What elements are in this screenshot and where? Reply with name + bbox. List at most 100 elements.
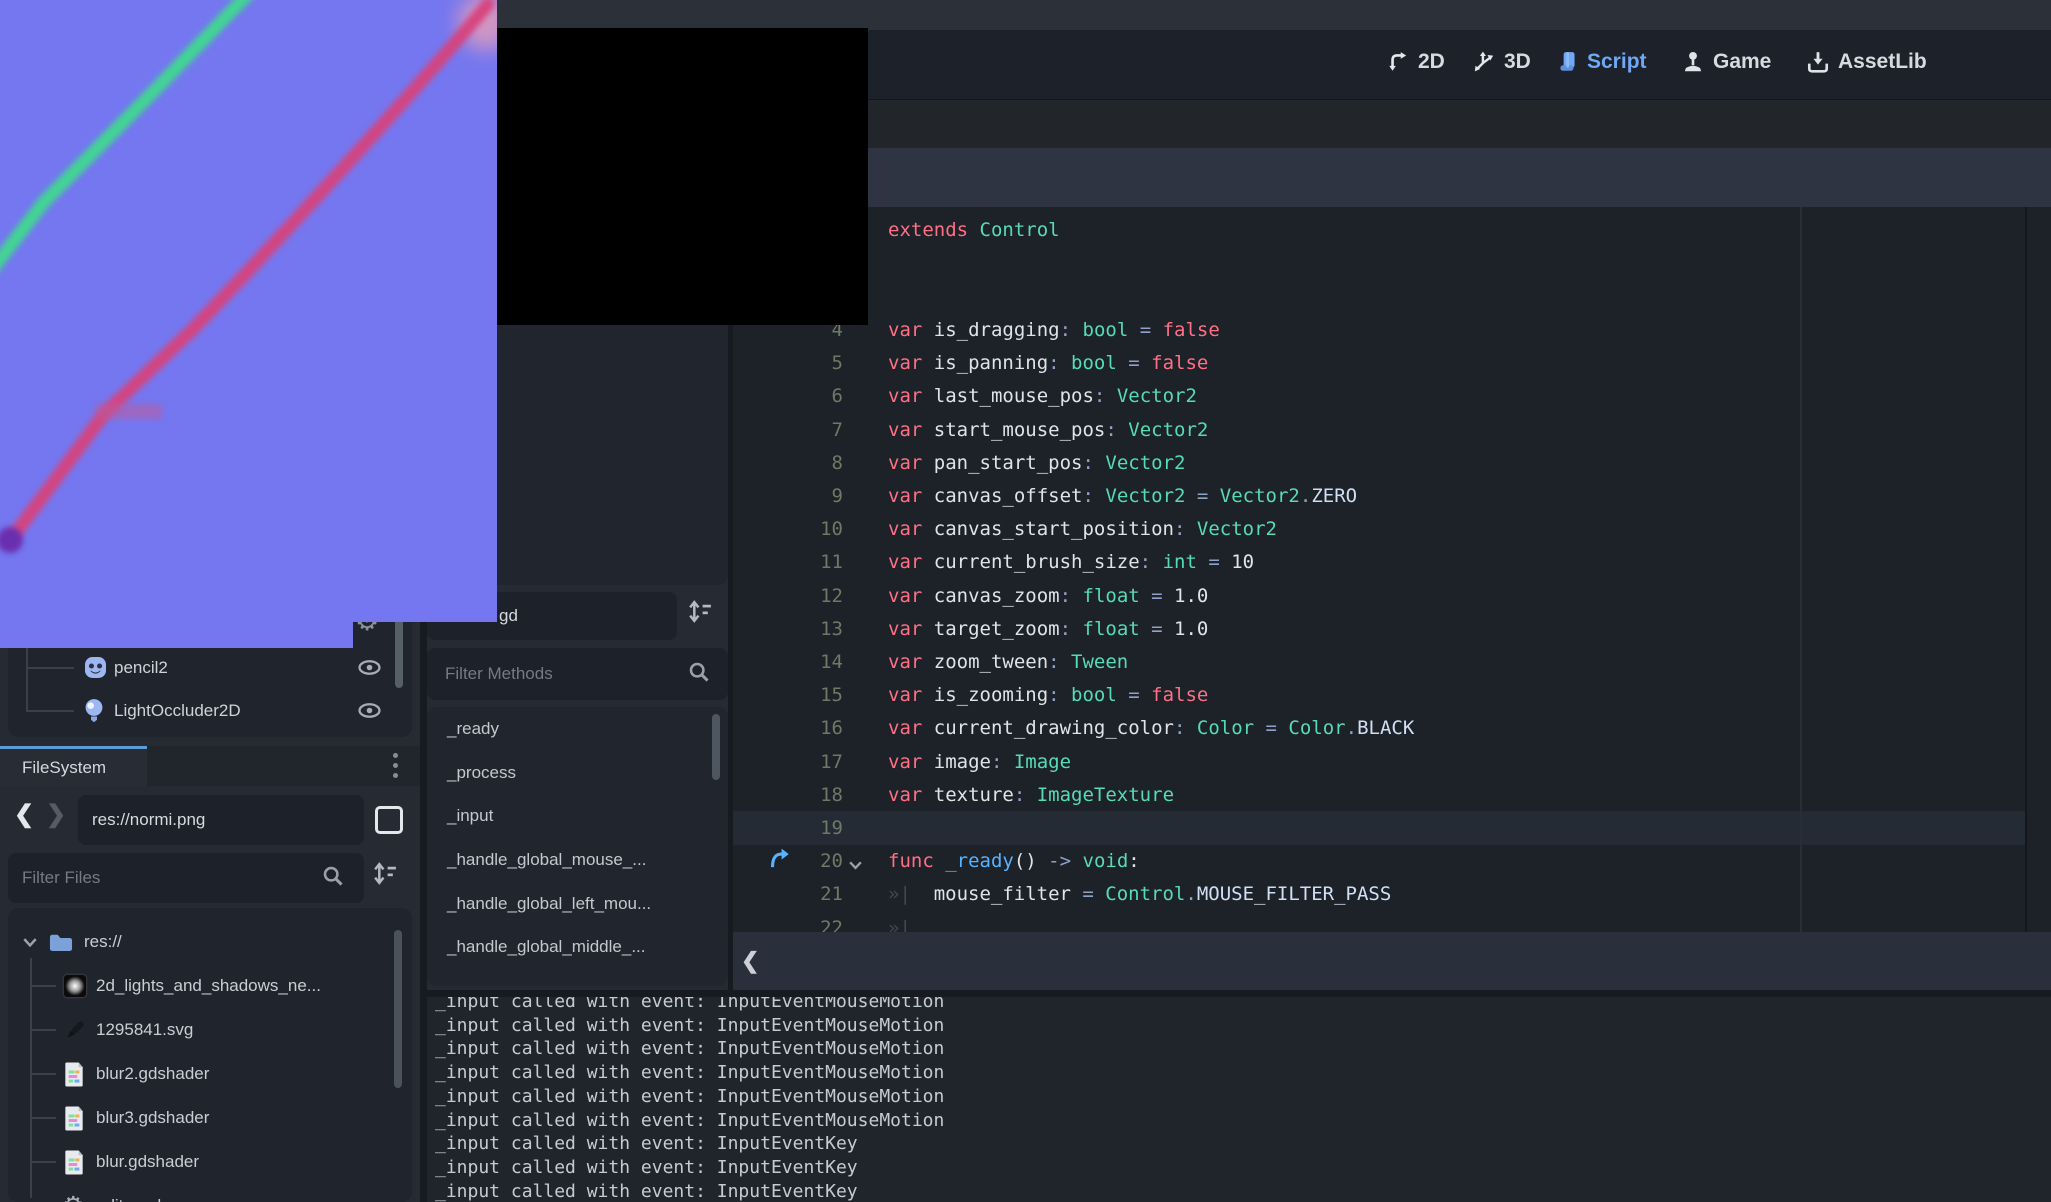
- code-text: var start_mouse_pos: Vector2: [888, 419, 1208, 441]
- file-row-label: blur.gdshader: [96, 1152, 199, 1172]
- code-line: 3: [733, 280, 2023, 314]
- tab-3d[interactable]: 3D: [1472, 38, 1531, 86]
- code-line: 18 var texture: ImageTexture: [733, 778, 2023, 812]
- code-text: var canvas_zoom: float = 1.0: [888, 585, 1208, 607]
- filesystem-tab-label: FileSystem: [22, 758, 106, 778]
- collapse-panel-button[interactable]: ❮: [741, 948, 759, 974]
- script-editor-header: [733, 100, 2051, 148]
- file-row[interactable]: ⚙editor.gd: [8, 1184, 412, 1202]
- code-text: var canvas_offset: Vector2 = Vector2.ZER…: [888, 485, 1357, 507]
- file-row-label: res://: [84, 932, 122, 952]
- code-text: »|: [888, 917, 934, 932]
- method-item[interactable]: _ready: [427, 707, 728, 751]
- icon-game: [1681, 50, 1705, 74]
- code-text: var zoom_tween: Tween: [888, 651, 1128, 673]
- tree-connector: [30, 1161, 56, 1163]
- icon-svgfile: [62, 1017, 88, 1043]
- file-tree-scrollbar[interactable]: [394, 930, 402, 1088]
- console-line: _input called with event: InputEventMous…: [435, 997, 944, 1012]
- scene-node-row[interactable]: pencil2: [8, 646, 412, 689]
- tree-connector: [26, 667, 74, 669]
- split-mode-icon: [375, 806, 403, 834]
- file-row[interactable]: blur2.gdshader: [8, 1052, 412, 1096]
- tab-script[interactable]: Script: [1557, 38, 1647, 86]
- line-number: 17: [733, 751, 843, 773]
- line-number: 11: [733, 551, 843, 573]
- scene-tree-scrollbar[interactable]: [395, 612, 403, 688]
- method-item[interactable]: _handle_global_left_mou...: [427, 882, 728, 926]
- icon-light: [82, 697, 106, 724]
- code-line: 22»|: [733, 911, 2023, 932]
- console-line: _input called with event: InputEventMous…: [435, 1015, 944, 1036]
- code-text: var texture: ImageTexture: [888, 784, 1174, 806]
- scene-node-label: LightOccluder2D: [114, 701, 241, 721]
- console-line: _input called with event: InputEventKey: [435, 1133, 858, 1154]
- console-line: _input called with event: InputEventMous…: [435, 1062, 944, 1083]
- output-console[interactable]: _input called with event: InputEventMous…: [427, 997, 2051, 1202]
- tab-game[interactable]: Game: [1681, 38, 1771, 86]
- line-number: 7: [733, 419, 843, 441]
- toggle-split-mode-button[interactable]: [370, 801, 408, 839]
- code-line: 8var pan_start_pos: Vector2: [733, 446, 2023, 480]
- methods-scrollbar[interactable]: [712, 714, 720, 780]
- method-item[interactable]: _process: [427, 751, 728, 795]
- code-text: func _ready() -> void:: [888, 850, 1140, 872]
- code-line: 21 »|mouse_filter = Control.MOUSE_FILTER_…: [733, 877, 2023, 911]
- scene-node-row[interactable]: LightOccluder2D: [8, 689, 412, 732]
- current-path-field[interactable]: [78, 795, 364, 845]
- console-line: _input called with event: InputEventMous…: [435, 1086, 944, 1107]
- search-icon: [688, 661, 711, 684]
- methods-list: _ready_process_input_handle_global_mouse…: [427, 707, 728, 969]
- file-row[interactable]: blur3.gdshader: [8, 1096, 412, 1140]
- tab-assetlib[interactable]: AssetLib: [1806, 38, 1927, 86]
- code-line: 20func _ready() -> void:: [733, 844, 2023, 878]
- file-row[interactable]: 2d_lights_and_shadows_ne...: [8, 964, 412, 1008]
- tree-connector: [30, 1073, 56, 1075]
- tab-filesystem[interactable]: FileSystem: [0, 746, 147, 786]
- code-text: var is_dragging: bool = false: [888, 319, 1220, 341]
- tab-2d[interactable]: 2D: [1386, 38, 1445, 86]
- sort-files-icon[interactable]: [371, 860, 398, 887]
- method-item[interactable]: _input: [427, 794, 728, 838]
- line-number: 13: [733, 618, 843, 640]
- code-line: 15var is_zooming: bool = false: [733, 678, 2023, 712]
- filter-methods-input[interactable]: [427, 648, 728, 700]
- history-back-button[interactable]: ❮: [14, 800, 34, 829]
- code-line: 4var is_dragging: bool = false: [733, 313, 2023, 347]
- folder-icon: [48, 931, 74, 954]
- file-row-root[interactable]: res://: [8, 920, 412, 964]
- workspace-tab-label: Script: [1587, 50, 1647, 74]
- tree-connector: [30, 985, 56, 987]
- code-line: 17 var image: Image: [733, 745, 2023, 779]
- visibility-eye-icon[interactable]: [356, 700, 383, 721]
- code-editor[interactable]: 1extends Control234var is_dragging: bool…: [733, 207, 2051, 932]
- file-row-label: 1295841.svg: [96, 1020, 193, 1040]
- history-forward-button[interactable]: ❯: [46, 800, 66, 829]
- visibility-eye-icon[interactable]: [356, 657, 383, 678]
- chevron-down-icon: [22, 934, 38, 950]
- code-line: 11var current_brush_size: int = 10: [733, 545, 2023, 579]
- tab-indent-marker: »|: [888, 917, 934, 932]
- code-text: »|mouse_filter = Control.MOUSE_FILTER_PA…: [888, 883, 1391, 905]
- dock-menu-icon[interactable]: [393, 753, 398, 778]
- fold-chevron-icon[interactable]: [848, 859, 863, 871]
- icon-shader: [62, 1061, 86, 1088]
- method-item[interactable]: _handle_global_middle_...: [427, 925, 728, 969]
- console-line: _input called with event: InputEventMous…: [435, 1110, 944, 1131]
- sort-scripts-icon[interactable]: [686, 598, 713, 625]
- line-number: 5: [733, 352, 843, 374]
- method-item[interactable]: _handle_global_mouse_...: [427, 838, 728, 882]
- file-row-label: editor.gd: [96, 1196, 161, 1202]
- filter-files-input[interactable]: [8, 853, 364, 903]
- code-line: 6var last_mouse_pos: Vector2: [733, 379, 2023, 413]
- code-line: 12var canvas_zoom: float = 1.0: [733, 579, 2023, 613]
- file-row[interactable]: blur.gdshader: [8, 1140, 412, 1184]
- line-number: 18: [733, 784, 843, 806]
- line-number: 21: [733, 883, 843, 905]
- file-tree-panel[interactable]: Favorites res:// 2d_lights_and_shadows_ne.…: [8, 908, 412, 1202]
- file-row[interactable]: 1295841.svg: [8, 1008, 412, 1052]
- file-row-favorites[interactable]: Favorites: [8, 908, 412, 920]
- code-text: var image: Image: [888, 751, 1071, 773]
- scrollbar-divider: [2025, 207, 2027, 932]
- line-number: 16: [733, 717, 843, 739]
